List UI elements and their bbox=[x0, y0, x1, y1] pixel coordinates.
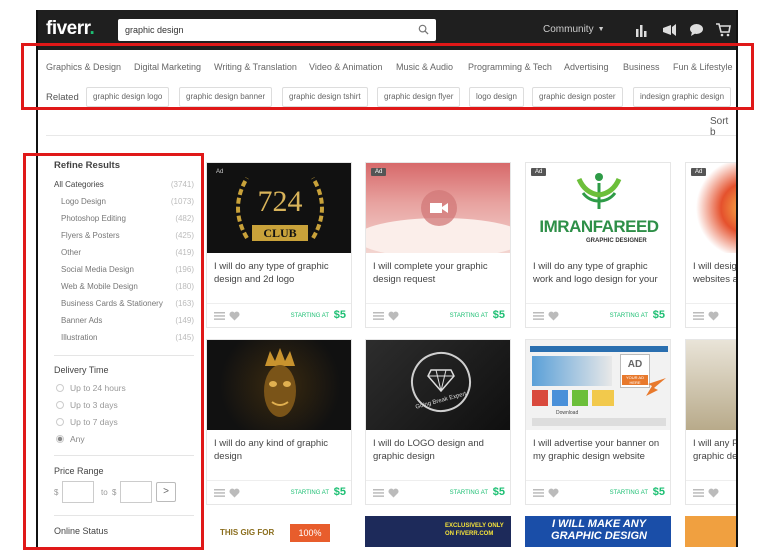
menu-icon[interactable] bbox=[533, 489, 544, 497]
starting-at-label: STARTING AT bbox=[609, 313, 648, 319]
gig-price: $5 bbox=[492, 309, 505, 321]
gig-card[interactable]: IMRANFAREED GRAPHIC DESIGNER Ad I will d… bbox=[525, 162, 671, 328]
thumb-text: GRAPHIC DESIGNER bbox=[586, 238, 647, 244]
chat-icon[interactable] bbox=[689, 23, 704, 37]
gig-thumbnail: Going Break Expert bbox=[366, 340, 510, 430]
menu-icon[interactable] bbox=[693, 312, 704, 320]
gig-card[interactable]: AD YOUR AD HERE Download I will advertis… bbox=[525, 339, 671, 505]
gig-thumbnail: IMRANFAREED GRAPHIC DESIGNER Ad bbox=[526, 163, 670, 253]
thumb-text: AD bbox=[627, 359, 643, 370]
starting-at-label: STARTING AT bbox=[290, 313, 329, 319]
gig-title[interactable]: I will design websites a bbox=[693, 261, 736, 286]
heart-icon[interactable] bbox=[388, 311, 399, 321]
gig-price: $5 bbox=[333, 486, 346, 498]
heart-icon[interactable] bbox=[548, 311, 559, 321]
heart-icon[interactable] bbox=[229, 311, 240, 321]
thumb-text: 724 bbox=[257, 185, 303, 218]
gig-title[interactable]: I will advertise your banner on my graph… bbox=[533, 438, 668, 463]
gig-thumbnail-partial[interactable] bbox=[685, 516, 736, 547]
gig-thumbnail bbox=[207, 340, 351, 430]
gig-footer: STARTING AT $5 bbox=[366, 303, 510, 325]
gig-card[interactable]: Ad I will complete your graphic design r… bbox=[365, 162, 511, 328]
gig-thumbnail: AD YOUR AD HERE Download bbox=[526, 340, 670, 430]
menu-icon[interactable] bbox=[373, 312, 384, 320]
fiverr-logo[interactable]: fiverr. bbox=[46, 18, 95, 40]
gig-footer: STARTING AT $5 bbox=[526, 480, 670, 502]
heart-icon[interactable] bbox=[229, 488, 240, 498]
menu-icon[interactable] bbox=[533, 312, 544, 320]
thumb-text: Download bbox=[556, 410, 579, 416]
gig-footer: STARTING AT $5 bbox=[526, 303, 670, 325]
thumb-text: IMRANFAREED bbox=[539, 217, 659, 236]
gig-thumbnail-partial[interactable]: EXCLUSIVELY ONLY ON FIVERR.COM bbox=[365, 516, 511, 547]
gig-title[interactable]: I will do any kind of graphic design bbox=[214, 438, 349, 463]
divider bbox=[46, 135, 736, 136]
heart-icon[interactable] bbox=[388, 488, 399, 498]
heart-icon[interactable] bbox=[708, 311, 719, 321]
thumb-text: EXCLUSIVELY ONLY ON FIVERR.COM bbox=[445, 523, 504, 537]
community-menu[interactable]: Community ▼ bbox=[543, 24, 605, 35]
gig-title[interactable]: I will complete your graphic design requ… bbox=[373, 261, 508, 286]
megaphone-icon[interactable] bbox=[662, 23, 677, 37]
gig-title[interactable]: I will do any type of graphic work and l… bbox=[533, 261, 668, 286]
diamond-icon bbox=[427, 369, 455, 392]
gig-price: $5 bbox=[652, 486, 665, 498]
thumb-text: CLUB bbox=[252, 225, 308, 241]
gig-price: $5 bbox=[492, 486, 505, 498]
gig-thumbnail-partial[interactable]: THIS GIG FOR 100% bbox=[206, 516, 352, 547]
gig-card[interactable]: Ad I will design websites a bbox=[685, 162, 736, 328]
starting-at-label: STARTING AT bbox=[609, 490, 648, 496]
gig-footer bbox=[686, 480, 736, 502]
starting-at-label: STARTING AT bbox=[290, 490, 329, 496]
gig-card[interactable]: I will any P graphic de bbox=[685, 339, 736, 505]
ad-badge: Ad bbox=[216, 169, 224, 175]
gig-card[interactable]: I will do any kind of graphic design STA… bbox=[206, 339, 352, 505]
gig-footer: STARTING AT $5 bbox=[207, 480, 351, 502]
gig-price: $5 bbox=[333, 309, 346, 321]
highlight-box-categories bbox=[21, 43, 754, 110]
search-icon[interactable] bbox=[418, 24, 429, 35]
gig-card[interactable]: 724 CLUB Ad I will do any type of graphi… bbox=[206, 162, 352, 328]
gig-price: $5 bbox=[652, 309, 665, 321]
menu-icon[interactable] bbox=[214, 489, 225, 497]
gig-title[interactable]: I will do any type of graphic design and… bbox=[214, 261, 349, 286]
gig-title[interactable]: I will do LOGO design and graphic design bbox=[373, 438, 508, 463]
menu-icon[interactable] bbox=[373, 489, 384, 497]
gig-footer bbox=[686, 303, 736, 325]
ad-badge: Ad bbox=[371, 168, 387, 176]
tree-logo-icon bbox=[576, 173, 622, 209]
stats-icon[interactable] bbox=[634, 23, 649, 37]
menu-icon[interactable] bbox=[214, 312, 225, 320]
starting-at-label: STARTING AT bbox=[449, 490, 488, 496]
gig-footer: STARTING AT $5 bbox=[366, 480, 510, 502]
starting-at-label: STARTING AT bbox=[449, 313, 488, 319]
gig-thumbnail: Ad bbox=[686, 163, 736, 253]
heart-icon[interactable] bbox=[548, 488, 559, 498]
gig-thumbnail: 724 CLUB Ad bbox=[207, 163, 351, 253]
thumb-text: 100% bbox=[290, 524, 330, 542]
cart-icon[interactable] bbox=[716, 23, 731, 37]
heart-icon[interactable] bbox=[708, 488, 719, 498]
ad-badge: Ad bbox=[531, 168, 547, 176]
search-input[interactable]: graphic design bbox=[118, 19, 436, 41]
video-camera-icon bbox=[430, 203, 448, 213]
gig-thumbnail: Ad bbox=[366, 163, 510, 253]
thumb-text: THIS GIG FOR bbox=[220, 528, 275, 537]
chevron-down-icon: ▼ bbox=[597, 26, 605, 33]
menu-icon[interactable] bbox=[693, 489, 704, 497]
gig-thumbnail bbox=[686, 340, 736, 430]
gig-card[interactable]: Going Break Expert I will do LOGO design… bbox=[365, 339, 511, 505]
arrow-icon bbox=[646, 378, 666, 396]
gig-title[interactable]: I will any P graphic de bbox=[693, 438, 736, 463]
gig-thumbnail-partial[interactable]: I WILL MAKE ANY GRAPHIC DESIGN bbox=[525, 516, 671, 547]
thumb-text: I WILL MAKE ANY GRAPHIC DESIGN bbox=[551, 518, 647, 542]
ad-badge: Ad bbox=[691, 168, 707, 176]
gig-footer: STARTING AT $5 bbox=[207, 303, 351, 325]
highlight-box-sidebar bbox=[23, 153, 204, 550]
search-value: graphic design bbox=[125, 25, 184, 35]
crowned-face-icon bbox=[264, 348, 296, 417]
